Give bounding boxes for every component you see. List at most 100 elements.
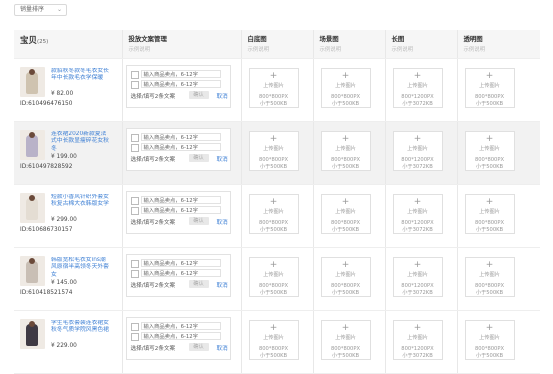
product-thumbnail[interactable] [20, 129, 45, 160]
sort-dropdown-label: 销量排序 [20, 6, 45, 13]
product-table: 宝贝(25) 投放文案管理 示例说明 白底图 示例说明 场景图 示例说明 长图 … [14, 30, 540, 374]
upload-white-bg[interactable]: + 上传图片 800*800PX 小于500KB [248, 193, 299, 234]
upload-size-limit: 小于500KB [331, 289, 360, 296]
upload-label: 上传图片 [263, 208, 284, 215]
copy-option-input[interactable]: 输入商品卖点，6-12字 [140, 79, 221, 88]
product-title-link[interactable]: 款貂秋冬款冬毛衣女长年中长款毛衣学保暖 [51, 68, 111, 90]
upload-long[interactable]: + 上传图片 800*1200PX 小于3072KB [392, 319, 443, 360]
copy-option-input[interactable]: 输入商品卖点，6-12字 [140, 321, 221, 330]
copy-option-checkbox[interactable] [130, 80, 139, 89]
confirm-button[interactable]: 确认 [188, 90, 209, 99]
copy-option-input[interactable]: 输入商品卖点，6-12字 [140, 132, 221, 141]
upload-size-limit: 小于500KB [475, 100, 504, 107]
product-thumbnail[interactable] [20, 255, 45, 286]
upload-scene[interactable]: + 上传图片 800*800PX 小于500KB [320, 193, 371, 234]
copy-option-checkbox[interactable] [130, 332, 139, 341]
confirm-button[interactable]: 确认 [188, 216, 209, 225]
column-title: 透明图 [463, 35, 483, 43]
upload-long[interactable]: + 上传图片 800*1200PX 小于3072KB [392, 67, 443, 108]
copy-option-checkbox[interactable] [130, 133, 139, 142]
upload-transparent[interactable]: + 上传图片 800*800PX 小于500KB [464, 319, 515, 360]
product-id: ID:610418521574 [20, 289, 73, 296]
confirm-button[interactable]: 确认 [188, 279, 209, 288]
copy-option-input[interactable]: 输入商品卖点，6-12字 [140, 331, 221, 340]
upload-white-bg[interactable]: + 上传图片 800*800PX 小于500KB [248, 319, 299, 360]
product-title-link[interactable]: 连衣裙2020新款夏法式中长款显瘦碎花女秋冬 [51, 131, 111, 153]
copy-option-input[interactable]: 输入商品卖点，6-12字 [140, 142, 221, 151]
product-thumbnail[interactable] [20, 66, 45, 97]
copy-option-checkbox[interactable] [130, 206, 139, 215]
upload-long[interactable]: + 上传图片 800*1200PX 小于3072KB [392, 130, 443, 171]
table-row: 学生毛衣套装连衣裙女秋冬气质学院风黑色裙 ¥ 229.00 输入商品卖点，6-1… [14, 310, 540, 374]
column-help-link[interactable]: 示例说明 [320, 45, 379, 53]
upload-label: 上传图片 [407, 82, 428, 89]
plus-icon: + [485, 70, 494, 81]
copy-cell: 输入商品卖点，6-12字 输入商品卖点，6-12字 选择/填写2条文案 确认 取… [121, 121, 241, 185]
copy-option-checkbox[interactable] [130, 322, 139, 331]
long-upload-cell: + 上传图片 800*1200PX 小于3072KB [384, 184, 457, 248]
upload-long[interactable]: + 上传图片 800*1200PX 小于3072KB [392, 193, 443, 234]
copy-option-checkbox[interactable] [130, 70, 139, 79]
upload-size-limit: 小于500KB [259, 226, 288, 233]
confirm-button[interactable]: 确认 [188, 153, 209, 162]
product-title-link[interactable]: 韩版宽松毛衣女ins潮风原宿半高领冬天外套女 [51, 257, 111, 279]
cancel-link[interactable]: 取消 [217, 218, 228, 226]
plus-icon: + [485, 322, 494, 333]
copy-option-input[interactable]: 输入商品卖点，6-12字 [140, 69, 221, 78]
product-title-link[interactable]: 短款小香风针织外套女秋复古棉大衣韩版女学 [51, 194, 111, 216]
upload-white-bg[interactable]: + 上传图片 800*800PX 小于500KB [248, 130, 299, 171]
cancel-link[interactable]: 取消 [217, 92, 228, 100]
upload-label: 上传图片 [407, 334, 428, 341]
confirm-button[interactable]: 确认 [188, 342, 209, 351]
upload-long[interactable]: + 上传图片 800*1200PX 小于3072KB [392, 256, 443, 297]
column-help-link[interactable]: 示例说明 [129, 45, 235, 53]
copy-option-checkbox[interactable] [130, 259, 139, 268]
upload-label: 上传图片 [335, 145, 356, 152]
column-title: 长图 [391, 35, 405, 43]
column-help-link[interactable]: 示例说明 [464, 45, 535, 53]
product-thumbnail[interactable] [20, 318, 45, 349]
plus-icon: + [269, 133, 278, 144]
product-id: ID:610497828592 [20, 163, 73, 170]
copy-option-checkbox[interactable] [130, 269, 139, 278]
upload-scene[interactable]: + 上传图片 800*800PX 小于500KB [320, 319, 371, 360]
upload-size-limit: 小于3072KB [402, 226, 433, 233]
product-figure [26, 134, 38, 157]
white-bg-upload-cell: + 上传图片 800*800PX 小于500KB [240, 58, 313, 122]
product-figure-head [29, 320, 35, 327]
column-help-link[interactable]: 示例说明 [248, 45, 307, 53]
upload-label: 上传图片 [263, 271, 284, 278]
column-help-link[interactable]: 示例说明 [392, 45, 451, 53]
upload-label: 上传图片 [479, 334, 500, 341]
product-figure [26, 260, 38, 283]
copy-option-input[interactable]: 输入商品卖点，6-12字 [140, 205, 221, 214]
plus-icon: + [341, 196, 350, 207]
upload-size-limit: 小于500KB [259, 289, 288, 296]
upload-size-limit: 小于500KB [259, 163, 288, 170]
upload-white-bg[interactable]: + 上传图片 800*800PX 小于500KB [248, 256, 299, 297]
upload-scene[interactable]: + 上传图片 800*800PX 小于500KB [320, 256, 371, 297]
upload-transparent[interactable]: + 上传图片 800*800PX 小于500KB [464, 193, 515, 234]
product-cell: 款貂秋冬款冬毛衣女长年中长款毛衣学保暖 ¥ 82.00 ID:610496476… [14, 58, 122, 122]
copy-option-input[interactable]: 输入商品卖点，6-12字 [140, 258, 221, 267]
copy-option-input[interactable]: 输入商品卖点，6-12字 [140, 268, 221, 277]
product-title-link[interactable]: 学生毛衣套装连衣裙女秋冬气质学院风黑色裙 [51, 320, 111, 342]
copy-option-checkbox[interactable] [130, 196, 139, 205]
upload-transparent[interactable]: + 上传图片 800*800PX 小于500KB [464, 130, 515, 171]
upload-transparent[interactable]: + 上传图片 800*800PX 小于500KB [464, 256, 515, 297]
product-thumbnail[interactable] [20, 192, 45, 223]
cancel-link[interactable]: 取消 [217, 281, 228, 289]
upload-scene[interactable]: + 上传图片 800*800PX 小于500KB [320, 130, 371, 171]
upload-white-bg[interactable]: + 上传图片 800*800PX 小于500KB [248, 67, 299, 108]
upload-scene[interactable]: + 上传图片 800*800PX 小于500KB [320, 67, 371, 108]
copy-option-input[interactable]: 输入商品卖点，6-12字 [140, 195, 221, 204]
column-header-copy: 投放文案管理 示例说明 [121, 30, 241, 59]
sort-dropdown[interactable]: 销量排序 ⌄ [14, 4, 67, 16]
upload-transparent[interactable]: + 上传图片 800*800PX 小于500KB [464, 67, 515, 108]
copy-option-checkbox[interactable] [130, 143, 139, 152]
cancel-link[interactable]: 取消 [217, 155, 228, 163]
upload-size-limit: 小于500KB [331, 226, 360, 233]
cancel-link[interactable]: 取消 [217, 344, 228, 352]
upload-label: 上传图片 [263, 82, 284, 89]
column-header-scene: 场景图 示例说明 [312, 30, 385, 59]
